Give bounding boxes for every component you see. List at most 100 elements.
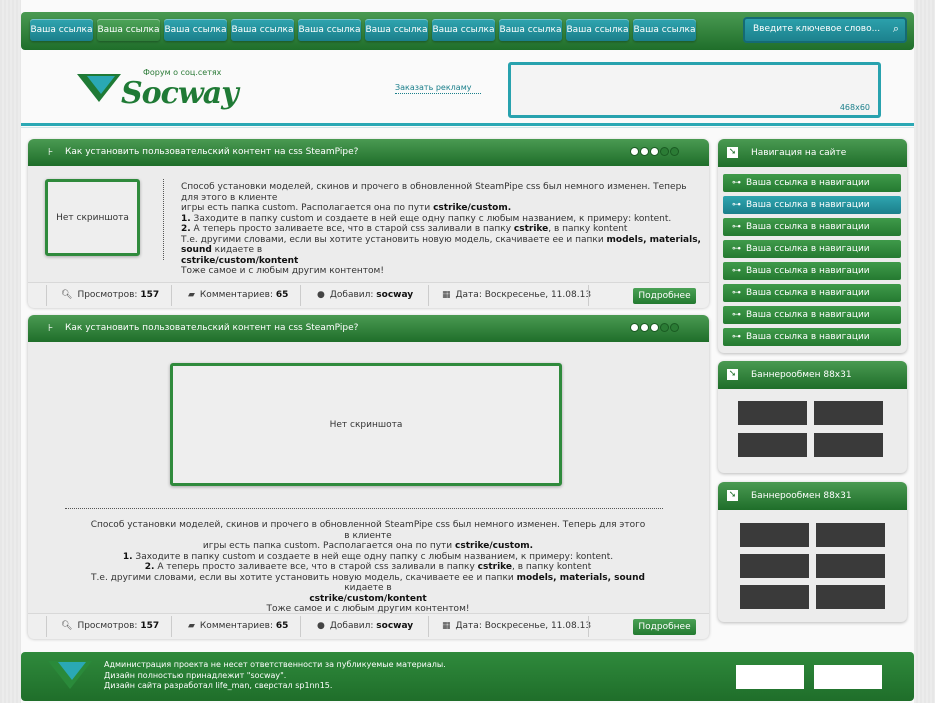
comments-label: Комментариев: (199, 621, 274, 631)
post-rating-dots (631, 324, 678, 331)
nav-link-6[interactable]: Ваша ссылка (365, 19, 428, 41)
post-title[interactable]: Как установить пользовательский контент … (65, 139, 358, 166)
read-more-button[interactable]: Подробнее (633, 288, 696, 304)
nav-link-10[interactable]: Ваша ссылка (633, 19, 696, 41)
views-count: 157 (140, 290, 160, 300)
rating-dot[interactable] (661, 148, 668, 155)
rating-dot[interactable] (631, 148, 638, 155)
sidebar-navigation: ➘ Навигация на сайте ⊶ Ваша ссылка в нави… (718, 139, 907, 353)
post-text-bold: cstrike/custom/kontent (181, 255, 299, 266)
sidebar-nav-item[interactable]: ⊶ Ваша ссылка в навигации (723, 262, 901, 280)
rating-dot[interactable] (641, 148, 648, 155)
banner-88x31[interactable] (816, 523, 885, 547)
nav-link-4[interactable]: Ваша ссылка (231, 19, 294, 41)
post-text-bold: cstrike/custom/kontent (309, 593, 427, 604)
sidebar-nav-item[interactable]: ⊶ Ваша ссылка в навигации (723, 306, 901, 324)
nav-link-9[interactable]: Ваша ссылка (566, 19, 629, 41)
sidebar-title-bar: ➘ Навигация на сайте (718, 139, 907, 167)
post-marker-icon: ⊦ (48, 323, 54, 334)
arrow-right-icon: ⊶ (732, 266, 741, 276)
banner-88x31[interactable] (740, 585, 809, 609)
sidebar-nav-item[interactable]: ⊶ Ваша ссылка в навигации (723, 284, 901, 302)
arrow-right-icon: ⊶ (732, 310, 741, 320)
sidebar-banner-exchange-1: ➘ Баннерообмен 88x31 (718, 361, 907, 473)
top-nav-links: Ваша ссылка Ваша ссылка Ваша ссылка Ваша… (30, 19, 696, 41)
footer-counter-badge[interactable] (814, 665, 882, 689)
sidebar-title-bar: ➘ Баннерообмен 88x31 (718, 482, 907, 510)
arrow-right-icon: ⊶ (732, 222, 741, 232)
rating-dot[interactable] (671, 324, 678, 331)
sidebar-nav-label: Ваша ссылка в навигации (746, 200, 870, 210)
comments-label: Комментариев: (199, 290, 274, 300)
rating-dot[interactable] (671, 148, 678, 155)
banner-88x31[interactable] (814, 433, 883, 457)
post-text: игры есть папка custom. Располагается он… (202, 541, 456, 551)
logo-name: Socway (121, 76, 239, 111)
post-text: кидаете в (211, 245, 263, 255)
search-icon[interactable]: ⌕ (893, 22, 899, 36)
read-more-button[interactable]: Подробнее (633, 619, 696, 635)
footer-line: Дизайн сайта разработал life_man, сверст… (104, 681, 333, 690)
banner-88x31[interactable] (738, 433, 807, 457)
sidebar-nav-label: Ваша ссылка в навигации (746, 288, 870, 298)
sidebar-nav-label: Ваша ссылка в навигации (746, 266, 870, 276)
stat-separator (46, 285, 47, 306)
author-stat: ● Добавил: socway (317, 614, 413, 639)
nav-link-7[interactable]: Ваша ссылка (432, 19, 495, 41)
comment-icon: ▰ (188, 290, 195, 300)
footer-counter-badge[interactable] (736, 665, 804, 689)
author-name[interactable]: socway (376, 621, 413, 631)
post-text: А теперь просто заливаете все, что в ста… (190, 224, 514, 234)
post-text: Т.е. другими словами, если вы хотите уст… (181, 234, 607, 245)
header-banner[interactable]: 468x60 (508, 62, 881, 118)
nav-link-5[interactable]: Ваша ссылка (298, 19, 361, 41)
banner-88x31[interactable] (816, 585, 885, 609)
site-logo[interactable]: Форум о соц.сетях Socway (77, 66, 239, 111)
rating-dot[interactable] (651, 324, 658, 331)
sidebar-nav-item[interactable]: ⊶ Ваша ссылка в навигации (723, 240, 901, 258)
post-card-1: ⊦ Как установить пользовательский контен… (28, 139, 709, 308)
nav-link-3[interactable]: Ваша ссылка (164, 19, 227, 41)
arrow-icon: ➘ (727, 147, 738, 158)
footer-line: Администрация проекта не несет ответстве… (104, 660, 446, 669)
nav-link-1[interactable]: Ваша ссылка (30, 19, 93, 41)
banner-88x31[interactable] (816, 554, 885, 578)
comment-icon: ▰ (188, 621, 195, 631)
nav-link-2[interactable]: Ваша ссылка (97, 19, 160, 41)
rating-dot[interactable] (631, 324, 638, 331)
post-separator (163, 179, 165, 260)
post-stats-bar: 🔍︎ Просмотров: 157 ▰ Комментариев: 65 ● Доб… (28, 282, 709, 308)
stat-separator (171, 616, 172, 637)
top-nav-bar: Ваша ссылка Ваша ссылка Ваша ссылка Ваша… (21, 12, 914, 50)
page: Ваша ссылка Ваша ссылка Ваша ссылка Ваша… (21, 0, 914, 703)
post-thumbnail[interactable]: Нет скриншота (170, 363, 562, 486)
search-input[interactable] (751, 23, 890, 35)
stat-separator (46, 616, 47, 637)
banner-88x31[interactable] (738, 401, 807, 425)
date-label: Дата: Воскресенье, 11.08.13 (455, 290, 592, 300)
sidebar-nav-item[interactable]: ⊶ Ваша ссылка в навигации (723, 174, 901, 192)
magnifier-icon: 🔍︎ (61, 621, 73, 631)
post-body: Способ установки моделей, скинов и проче… (181, 182, 701, 277)
banner-88x31[interactable] (814, 401, 883, 425)
banner-88x31[interactable] (740, 554, 809, 578)
sidebar-nav-item[interactable]: ⊶ Ваша ссылка в навигации (723, 218, 901, 236)
post-text: Заходите в папку custom и создаете в ней… (132, 551, 614, 562)
rating-dot[interactable] (651, 148, 658, 155)
rating-dot[interactable] (661, 324, 668, 331)
author-name[interactable]: socway (376, 290, 413, 300)
post-title[interactable]: Как установить пользовательский контент … (65, 315, 358, 342)
order-ad-link[interactable]: Заказать рекламу (395, 83, 483, 94)
sidebar-nav-item[interactable]: ⊶ Ваша ссылка в навигации (723, 196, 901, 214)
rating-dot[interactable] (641, 324, 648, 331)
post-thumbnail[interactable]: Нет скриншота (45, 179, 140, 256)
banner-88x31[interactable] (740, 523, 809, 547)
views-stat: 🔍︎ Просмотров: 157 (61, 283, 159, 308)
sidebar-nav-item[interactable]: ⊶ Ваша ссылка в навигации (723, 328, 901, 346)
nav-link-8[interactable]: Ваша ссылка (499, 19, 562, 41)
post-stats-bar: 🔍︎ Просмотров: 157 ▰ Комментариев: 65 ● Доб… (28, 613, 709, 639)
sidebar-banner-exchange-2: ➘ Баннерообмен 88x31 (718, 482, 907, 622)
date-stat: ▦ Дата: Воскресенье, 11.08.13 (442, 283, 591, 308)
banner-size-label: 468x60 (839, 103, 870, 112)
views-label: Просмотров: (77, 621, 138, 631)
